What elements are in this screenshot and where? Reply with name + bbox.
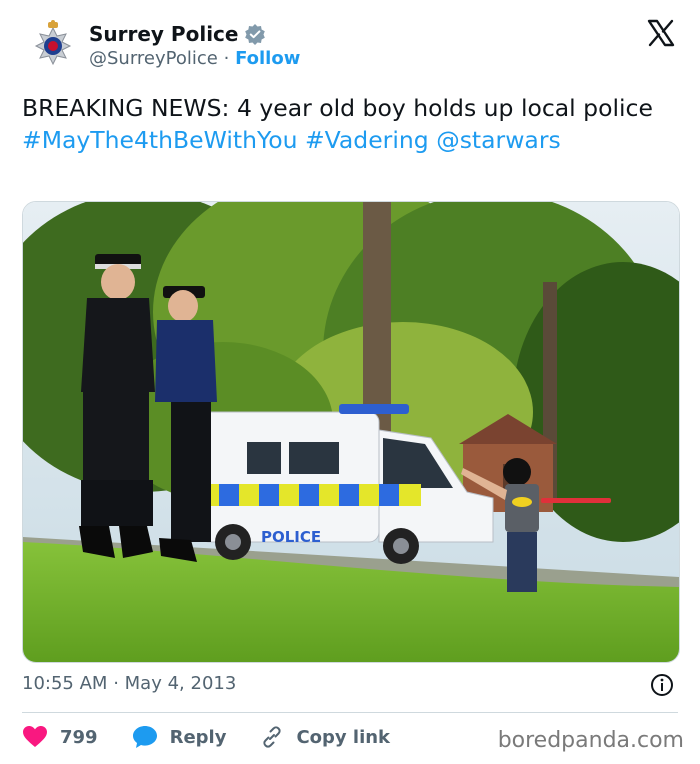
post-date[interactable]: May 4, 2013 [125, 673, 237, 694]
hashtag-maythe4th[interactable]: #MayThe4thBeWithYou [22, 126, 297, 154]
post-photo[interactable]: POLICE [22, 201, 680, 663]
copy-link-label: Copy link [296, 726, 391, 748]
hashtag-vadering[interactable]: #Vadering [305, 126, 429, 154]
follow-button[interactable]: Follow [235, 48, 300, 69]
action-bar: 799 Reply Copy link [22, 722, 424, 752]
divider [22, 712, 678, 713]
post-text-plain: BREAKING NEWS: 4 year old boy holds up l… [22, 94, 653, 122]
post-header: Surrey Police @SurreyPolice · Follow [0, 0, 700, 90]
photo-illustration: POLICE [23, 202, 679, 662]
boredpanda-watermark: boredpanda.com [497, 728, 684, 753]
heart-icon [23, 726, 47, 747]
account-name-line: Surrey Police [89, 22, 266, 46]
info-icon[interactable] [650, 673, 674, 697]
van-police-text: POLICE [261, 528, 321, 546]
account-handle[interactable]: @SurreyPolice [89, 48, 218, 69]
account-name[interactable]: Surrey Police [89, 22, 238, 46]
police-badge-avatar[interactable] [30, 20, 76, 70]
meta-separator: · [113, 673, 119, 694]
post-meta: 10:55 AM · May 4, 2013 [22, 673, 236, 694]
like-button[interactable]: 799 [22, 725, 98, 749]
reply-bubble-icon [132, 726, 157, 748]
post-time[interactable]: 10:55 AM [22, 673, 107, 694]
officer-left [79, 254, 155, 558]
copy-link-button[interactable]: Copy link [260, 725, 390, 749]
verified-badge-icon [245, 24, 266, 45]
reply-button[interactable]: Reply [132, 725, 227, 749]
account-handle-line: @SurreyPolice · Follow [89, 48, 300, 69]
x-logo-icon[interactable] [646, 18, 676, 48]
reply-label: Reply [169, 726, 227, 748]
mention-starwars[interactable]: @starwars [436, 126, 561, 154]
like-count: 799 [60, 726, 98, 748]
post-text: BREAKING NEWS: 4 year old boy holds up l… [22, 92, 672, 156]
link-icon [263, 726, 282, 748]
handle-separator: · [223, 48, 230, 69]
